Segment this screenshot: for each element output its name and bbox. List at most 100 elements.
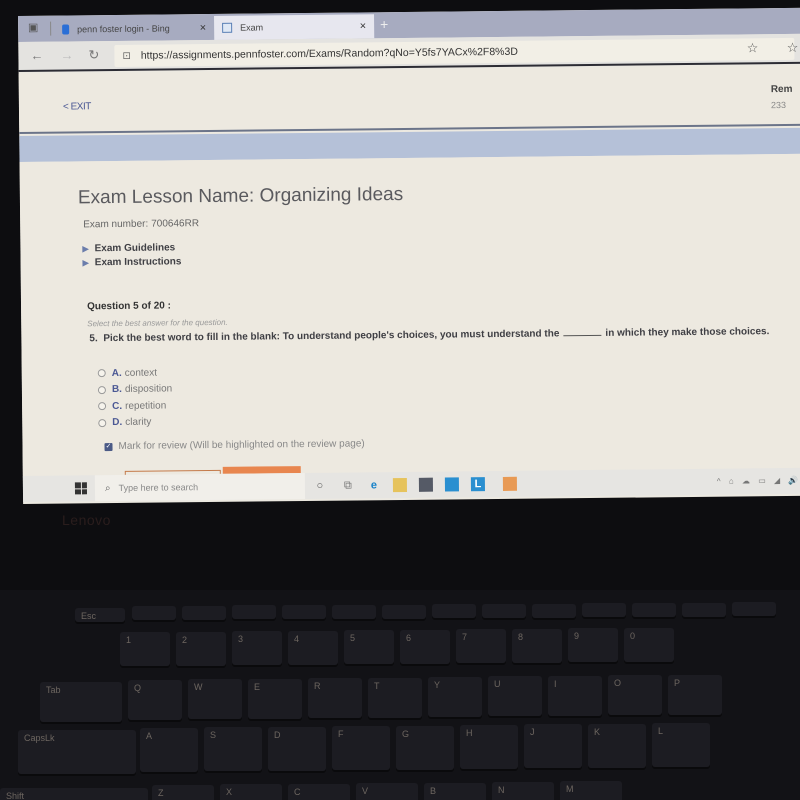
refresh-button[interactable]: ↻ (88, 47, 99, 63)
edge-icon[interactable]: e (367, 478, 381, 492)
key-x[interactable]: X (220, 784, 282, 800)
key-i[interactable]: I (548, 675, 602, 716)
option-b[interactable]: B. disposition (97, 381, 172, 398)
key-9[interactable]: 9 (568, 628, 618, 662)
key-function[interactable] (682, 602, 726, 617)
exam-number-label: Exam number: (83, 218, 149, 231)
favorite-star-icon[interactable]: ☆ (747, 40, 759, 56)
key-function[interactable] (182, 605, 226, 620)
key-4[interactable]: 4 (288, 630, 338, 665)
expander-label: Exam Guidelines (94, 242, 176, 255)
remaining-value: 233 (770, 99, 787, 111)
key-function[interactable] (532, 603, 576, 618)
key-function[interactable] (632, 603, 676, 617)
key-function[interactable] (382, 604, 426, 619)
key-d[interactable]: D (268, 726, 326, 771)
key-b[interactable]: B (424, 782, 486, 800)
tab-exam[interactable]: Exam × (214, 14, 375, 40)
key-5[interactable]: 5 (344, 630, 394, 664)
key-function[interactable] (282, 605, 326, 620)
key-function[interactable] (232, 605, 276, 620)
key-7[interactable]: 7 (456, 629, 506, 663)
key-h[interactable]: H (460, 725, 518, 769)
taskbar-search-box[interactable]: ⌕ Type here to search (94, 473, 306, 502)
tab-title: Exam (240, 22, 264, 33)
close-tab-icon[interactable]: × (360, 20, 367, 32)
tab-actions-icon[interactable]: ▣ (22, 21, 44, 37)
option-text: clarity (125, 416, 152, 429)
key-a[interactable]: A (140, 728, 198, 772)
key-8[interactable]: 8 (512, 628, 562, 663)
windows-start-icon[interactable] (74, 482, 88, 495)
forward-button[interactable]: → (60, 47, 73, 62)
cortana-icon[interactable]: ○ (313, 479, 327, 493)
exit-link[interactable]: < EXIT (63, 101, 91, 112)
key-3[interactable]: 3 (232, 631, 282, 665)
radio-button[interactable] (98, 402, 107, 411)
key-function[interactable] (732, 602, 776, 617)
option-a[interactable]: A. context (97, 364, 172, 381)
radio-button[interactable] (98, 418, 107, 427)
key-f[interactable]: F (332, 726, 390, 771)
key-z[interactable]: Z (152, 785, 214, 800)
key-p[interactable]: P (668, 674, 722, 715)
key-function[interactable] (132, 606, 176, 620)
key-r[interactable]: R (308, 678, 362, 719)
file-explorer-icon[interactable] (392, 477, 408, 493)
app-l-icon[interactable]: L (470, 477, 486, 492)
key-6[interactable]: 6 (400, 629, 450, 664)
store-icon[interactable] (418, 477, 434, 492)
address-bar[interactable]: ⊡ https://assignments.pennfoster.com/Exa… (114, 37, 795, 67)
favorites-icon[interactable]: ☆ (787, 40, 799, 56)
key-1[interactable]: 1 (120, 632, 170, 666)
system-tray[interactable]: ^ ⌂ ☁ ▭ ◢ 🔊 (717, 476, 800, 486)
close-tab-icon[interactable]: × (200, 22, 207, 34)
key-n[interactable]: N (492, 782, 554, 800)
key-t[interactable]: T (368, 677, 422, 718)
key-2[interactable]: 2 (176, 631, 226, 666)
exam-header: < EXIT Rem 233 (18, 65, 800, 134)
back-button[interactable]: ← (30, 48, 43, 63)
key-e[interactable]: E (248, 678, 302, 719)
key-j[interactable]: J (524, 724, 582, 769)
key-c[interactable]: C (288, 783, 350, 800)
key-k[interactable]: K (588, 723, 646, 768)
review-checkbox[interactable]: ✓ (104, 442, 113, 451)
radio-button[interactable] (97, 385, 106, 394)
option-d[interactable]: D. clarity (98, 414, 172, 431)
tab-bing[interactable]: penn foster login - Bing × (54, 16, 214, 42)
key-function[interactable] (482, 603, 526, 618)
app-orange-icon[interactable] (502, 476, 517, 491)
key-shift[interactable]: Shift (0, 788, 148, 800)
key-tab[interactable]: Tab (40, 682, 122, 722)
tab-title: penn foster login - Bing (77, 23, 170, 35)
key-function[interactable] (582, 603, 626, 618)
new-tab-button[interactable]: + (380, 16, 388, 32)
key-l[interactable]: L (652, 723, 710, 768)
key-function[interactable] (432, 604, 476, 619)
key-g[interactable]: G (396, 725, 454, 770)
mail-icon[interactable] (444, 477, 460, 492)
key-w[interactable]: W (188, 679, 242, 720)
exam-guidelines-toggle[interactable]: ▶ Exam Guidelines (82, 242, 175, 254)
exam-instructions-toggle[interactable]: ▶ Exam Instructions (83, 256, 182, 268)
key-m[interactable]: M (560, 781, 622, 800)
question-text-before: Pick the best word to fill in the blank:… (103, 328, 560, 345)
key-0[interactable]: 0 (624, 627, 674, 662)
task-view-icon[interactable]: ⧉ (341, 478, 355, 492)
key-capslock[interactable]: CapsLk (18, 730, 136, 774)
url-text[interactable]: https://assignments.pennfoster.com/Exams… (141, 46, 518, 62)
radio-button[interactable] (97, 369, 106, 378)
option-c[interactable]: C. repetition (98, 397, 172, 414)
key-s[interactable]: S (204, 727, 262, 772)
key-v[interactable]: V (356, 783, 418, 800)
key-y[interactable]: Y (428, 677, 482, 717)
key-u[interactable]: U (488, 676, 542, 717)
key-esc[interactable]: Esc (75, 608, 125, 622)
key-o[interactable]: O (608, 675, 662, 716)
key-function[interactable] (332, 604, 376, 619)
key-q[interactable]: Q (128, 680, 182, 720)
expander-label: Exam Instructions (94, 256, 182, 269)
mark-for-review[interactable]: ✓ Mark for review (Will be highlighted o… (104, 438, 365, 452)
remaining-label: Rem (770, 83, 793, 96)
